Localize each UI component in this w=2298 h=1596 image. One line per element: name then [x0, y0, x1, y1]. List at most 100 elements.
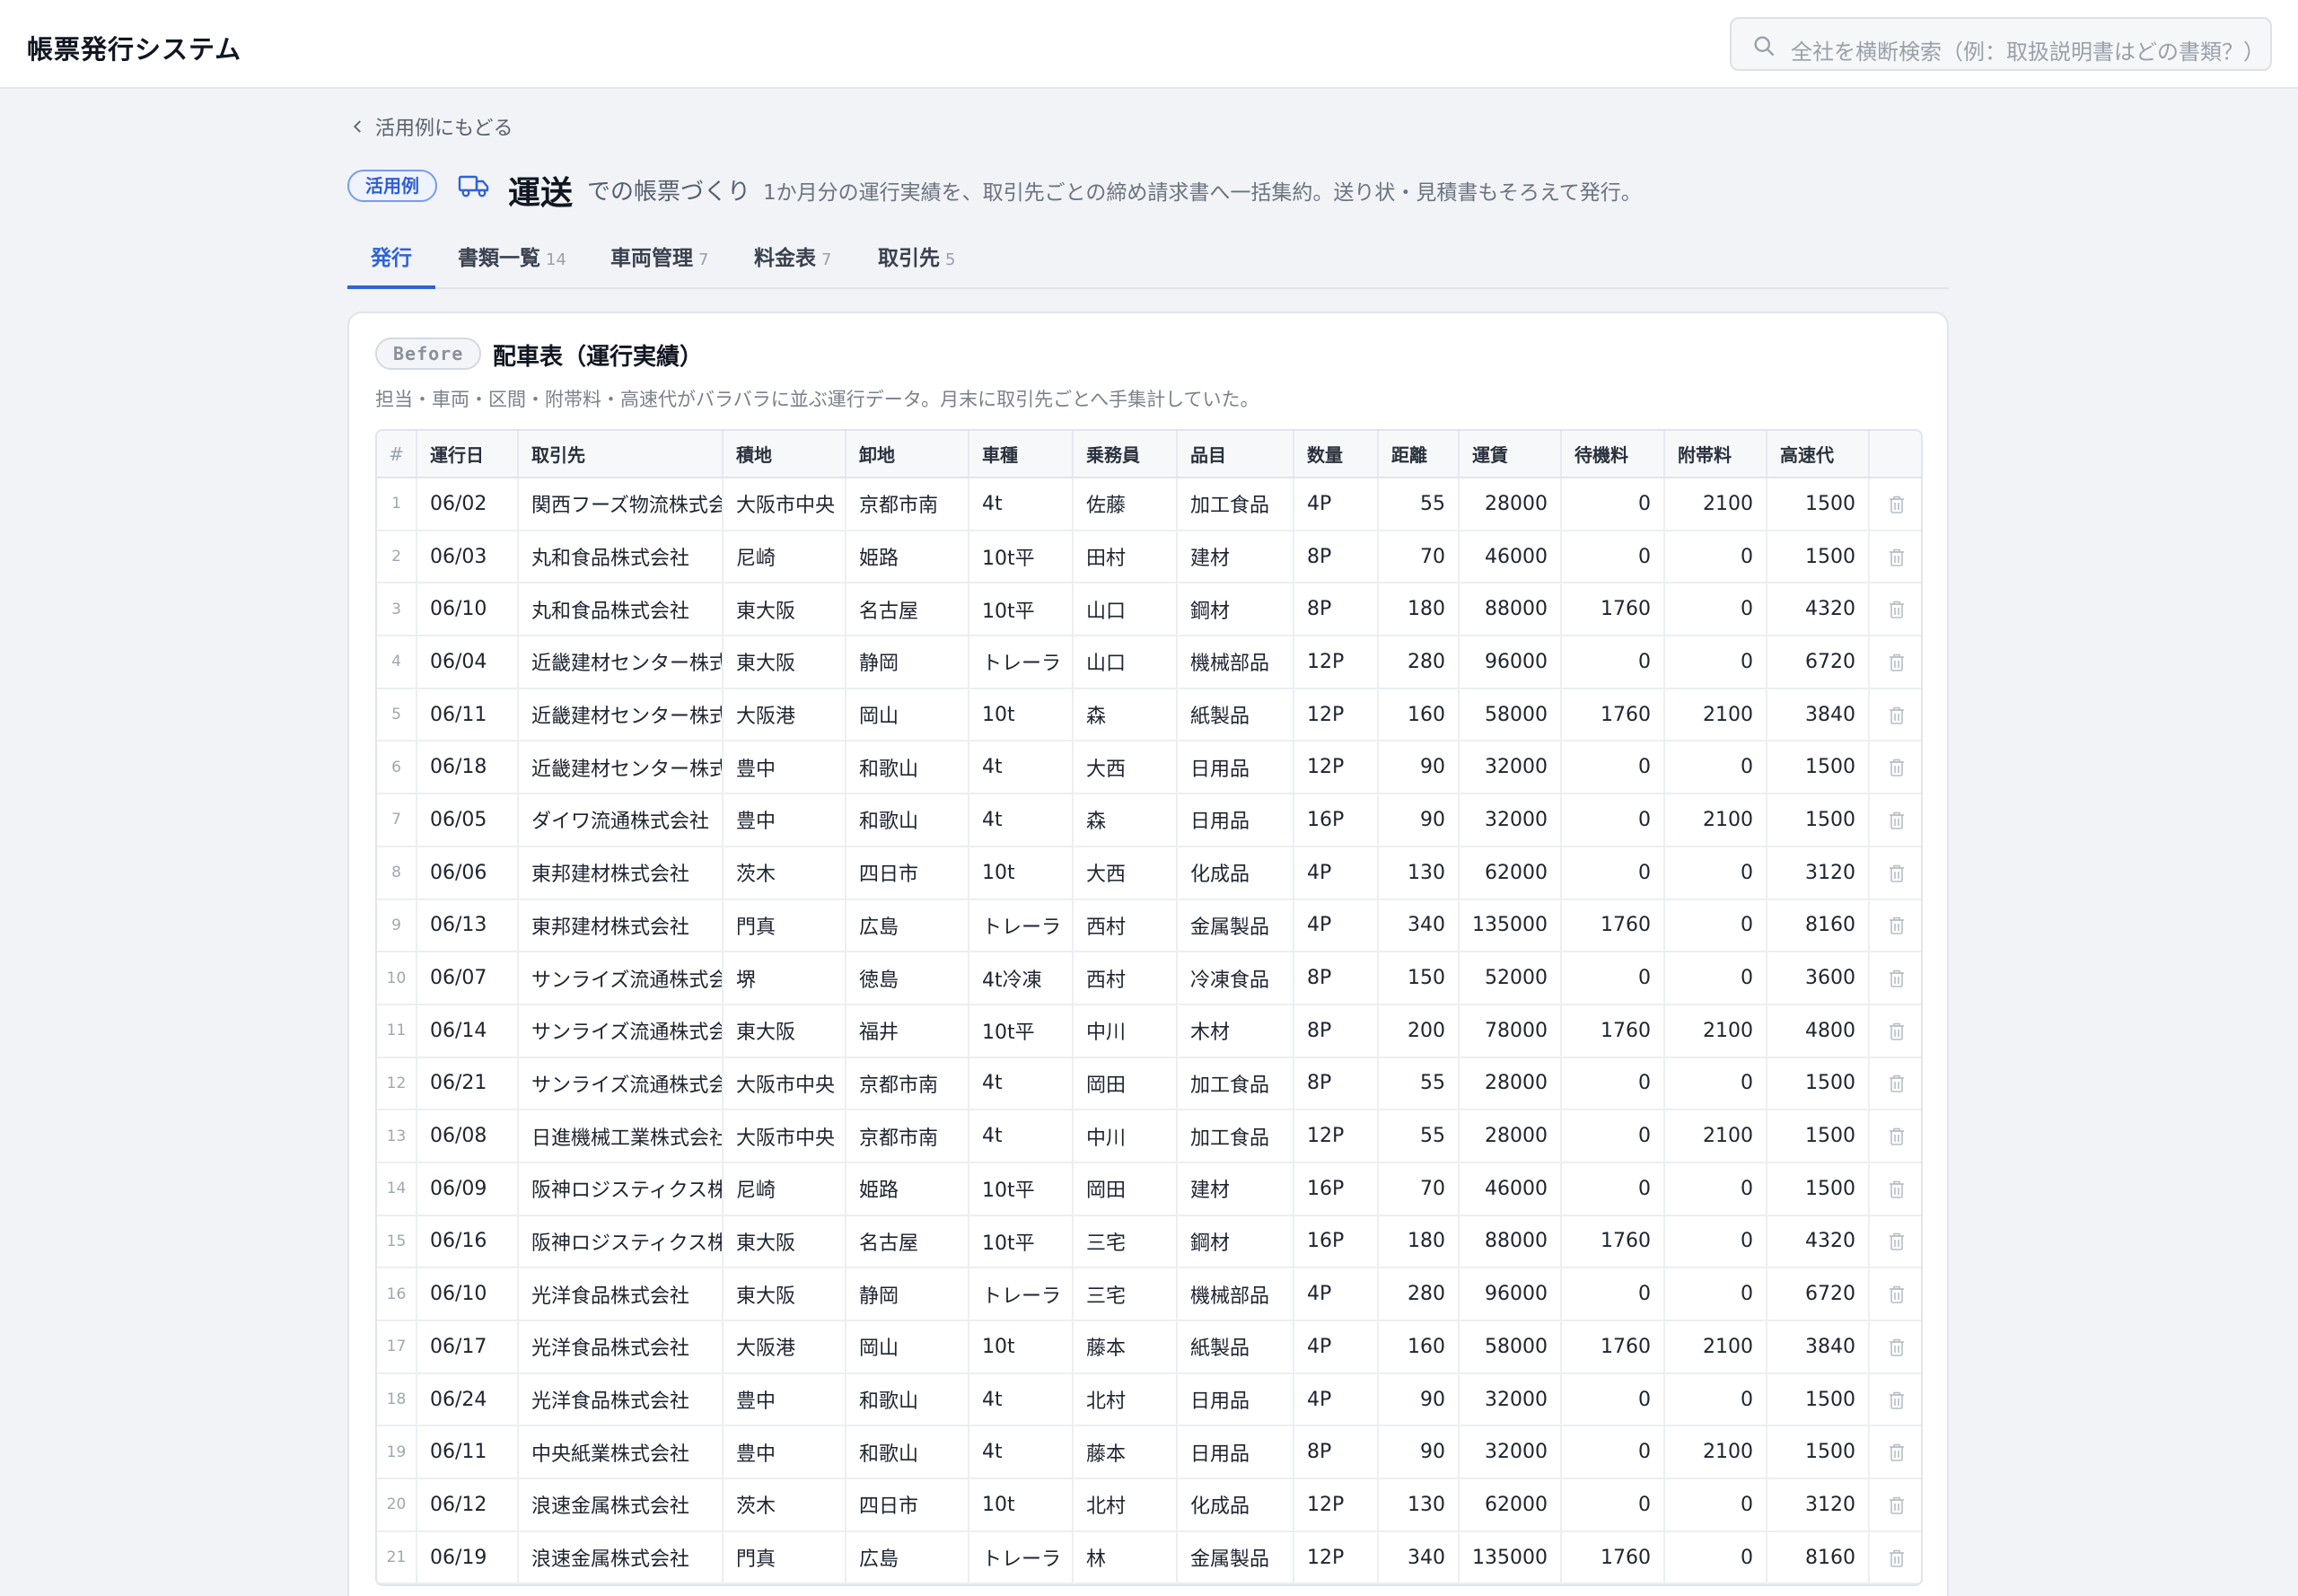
table-cell[interactable]: 機械部品 — [1177, 636, 1294, 689]
table-cell[interactable]: 2100 — [1664, 478, 1767, 531]
table-cell[interactable]: 1500 — [1767, 530, 1870, 584]
table-cell[interactable]: 2100 — [1664, 688, 1767, 742]
table-cell[interactable]: 1760 — [1561, 899, 1665, 953]
table-cell[interactable]: 東大阪 — [723, 583, 846, 637]
delete-row-button[interactable] — [1869, 1162, 1921, 1216]
table-cell[interactable]: 和歌山 — [846, 794, 969, 847]
table-row[interactable]: 506/11近畿建材センター株式会社大阪港岡山10t森紙製品12P1605800… — [377, 688, 1921, 742]
table-cell[interactable]: 0 — [1664, 636, 1767, 689]
table-cell[interactable]: 中川 — [1073, 1004, 1178, 1058]
table-cell[interactable]: 1760 — [1561, 583, 1665, 637]
table-cell[interactable]: 山口 — [1073, 636, 1178, 689]
table-cell[interactable]: 紙製品 — [1177, 1320, 1294, 1374]
table-cell[interactable]: 160 — [1378, 688, 1460, 742]
table-cell[interactable]: 金属製品 — [1177, 899, 1294, 953]
table-cell[interactable]: 0 — [1664, 1267, 1767, 1321]
table-cell[interactable]: 32000 — [1459, 794, 1562, 847]
table-cell[interactable]: 10t平 — [969, 583, 1074, 637]
delete-row-button[interactable] — [1869, 1530, 1921, 1585]
table-cell[interactable]: 4P — [1294, 899, 1379, 953]
table-cell[interactable]: 130 — [1378, 846, 1460, 900]
table-cell[interactable]: 森 — [1073, 794, 1178, 847]
table-cell[interactable]: 和歌山 — [846, 1372, 969, 1427]
table-cell[interactable]: 大西 — [1073, 846, 1178, 900]
table-cell[interactable]: 近畿建材センター株式会社 — [518, 741, 724, 795]
table-cell[interactable]: 4t — [969, 794, 1074, 847]
table-cell[interactable]: 28000 — [1459, 1109, 1562, 1163]
table-row[interactable]: 20 06/12 浪速金属株式会社 茨木 四日市 10t 北村 化成品 12P 130 62000 0… — [377, 1478, 1921, 1532]
table-cell[interactable]: 京都市南 — [846, 478, 969, 531]
table-cell[interactable]: 6720 — [1767, 636, 1870, 689]
table-cell[interactable]: 光洋食品株式会社 — [518, 1372, 724, 1427]
table-cell[interactable]: 8P — [1294, 951, 1379, 1005]
table-cell[interactable]: 阪神ロジスティクス株式会社 — [518, 1162, 724, 1216]
table-cell[interactable]: 8P — [1294, 1004, 1379, 1058]
table-cell[interactable]: 0 — [1664, 1162, 1767, 1216]
search-input[interactable]: 全社を横断検索（例：取扱説明書はどの書類？） — [1730, 17, 2272, 71]
table-cell[interactable]: サンライズ流通株式会社 — [518, 951, 724, 1005]
table-cell[interactable]: 林 — [1073, 1530, 1178, 1585]
table-cell[interactable]: 10t — [969, 1478, 1074, 1532]
table-cell[interactable]: 2100 — [1664, 1320, 1767, 1374]
table-cell[interactable]: 0 — [1664, 1372, 1767, 1427]
table-cell[interactable]: トレーラ — [969, 1530, 1074, 1585]
table-cell[interactable]: 1500 — [1767, 794, 1870, 847]
table-cell[interactable]: 和歌山 — [846, 1425, 969, 1480]
table-row[interactable]: 19 06/11 中央紙業株式会社 豊中 和歌山 4t 藤本 日用品 8P 90 32000 0 210… — [377, 1425, 1921, 1480]
table-cell[interactable]: 3840 — [1767, 1320, 1870, 1374]
table-cell[interactable]: 0 — [1561, 794, 1665, 847]
delete-row-button[interactable] — [1869, 1372, 1921, 1427]
table-cell[interactable]: 0 — [1561, 478, 1665, 531]
table-cell[interactable]: 0 — [1664, 583, 1767, 637]
table-row[interactable]: 1106/14サンライズ流通株式会社東大阪福井10t平中川木材8P2007800… — [377, 1004, 1921, 1058]
table-row[interactable]: 21 06/19 浪速金属株式会社 門真 広島 トレーラ林金属製品 12P 340 135000… — [377, 1530, 1921, 1585]
table-cell[interactable]: 静岡 — [846, 1267, 969, 1321]
delete-row-button[interactable] — [1869, 1425, 1921, 1480]
table-cell[interactable]: 280 — [1378, 1267, 1460, 1321]
table-cell[interactable]: 東邦建材株式会社 — [518, 846, 724, 900]
table-cell[interactable]: 340 — [1378, 1530, 1460, 1585]
table-cell[interactable]: 浪速金属株式会社 — [518, 1530, 724, 1585]
table-cell[interactable]: 四日市 — [846, 1478, 969, 1532]
table-cell[interactable]: 豊中 — [723, 741, 846, 795]
table-cell[interactable]: 88000 — [1459, 583, 1562, 637]
table-cell[interactable]: 豊中 — [723, 794, 846, 847]
table-cell[interactable]: 藤本 — [1073, 1320, 1178, 1374]
table-row[interactable]: 106/02関西フーズ物流株式会社大阪市中央京都市南4t佐藤加工食品4P5528… — [377, 478, 1921, 531]
table-cell[interactable]: 大阪港 — [723, 1320, 846, 1374]
table-cell[interactable]: 関西フーズ物流株式会社 — [518, 478, 724, 531]
table-cell[interactable]: 徳島 — [846, 951, 969, 1005]
table-cell[interactable]: 12P — [1294, 1109, 1379, 1163]
table-cell[interactable]: 0 — [1561, 636, 1665, 689]
table-cell[interactable]: トレーラ — [969, 899, 1074, 953]
table-cell[interactable]: 4P — [1294, 846, 1379, 900]
table-cell[interactable]: サンライズ流通株式会社 — [518, 1057, 724, 1111]
table-cell[interactable]: 8P — [1294, 1425, 1379, 1480]
table-cell[interactable]: 三宅 — [1073, 1267, 1178, 1321]
table-cell[interactable]: 10t平 — [969, 1004, 1074, 1058]
table-cell[interactable]: 06/13 — [417, 899, 519, 953]
table-cell[interactable]: 96000 — [1459, 636, 1562, 689]
table-cell[interactable]: 福井 — [846, 1004, 969, 1058]
delete-row-button[interactable] — [1869, 1215, 1921, 1269]
table-cell[interactable]: 4P — [1294, 478, 1379, 531]
table-row[interactable]: 3 06/10 丸和食品株式会社 東大阪 名古屋 10t平 山口 鋼材 8P 180 88000 17… — [377, 583, 1921, 637]
table-cell[interactable]: 0 — [1561, 1057, 1665, 1111]
table-cell[interactable]: 中央紙業株式会社 — [518, 1425, 724, 1480]
table-cell[interactable]: 岡田 — [1073, 1162, 1178, 1216]
table-row[interactable]: 7 06/05 ダイワ流通株式会社 豊中 和歌山 4t 森日用品 16P 90 32000 0 210… — [377, 794, 1921, 847]
table-cell[interactable]: 10t — [969, 1320, 1074, 1374]
table-cell[interactable]: 0 — [1561, 741, 1665, 795]
table-row[interactable]: 1206/21サンライズ流通株式会社大阪市中央京都市南4t岡田加工食品8P552… — [377, 1057, 1921, 1111]
table-cell[interactable]: 丸和食品株式会社 — [518, 583, 724, 637]
table-cell[interactable]: 0 — [1561, 951, 1665, 1005]
table-cell[interactable]: 3120 — [1767, 846, 1870, 900]
table-cell[interactable]: 3600 — [1767, 951, 1870, 1005]
table-row[interactable]: 606/18近畿建材センター株式会社豊中和歌山4t大西日用品12P9032000… — [377, 741, 1921, 795]
table-cell[interactable]: 12P — [1294, 741, 1379, 795]
table-cell[interactable]: 鋼材 — [1177, 583, 1294, 637]
table-cell[interactable]: 姫路 — [846, 530, 969, 584]
table-cell[interactable]: 135000 — [1459, 899, 1562, 953]
table-cell[interactable]: 4t冷凍 — [969, 951, 1074, 1005]
table-cell[interactable]: 1760 — [1561, 1215, 1665, 1269]
